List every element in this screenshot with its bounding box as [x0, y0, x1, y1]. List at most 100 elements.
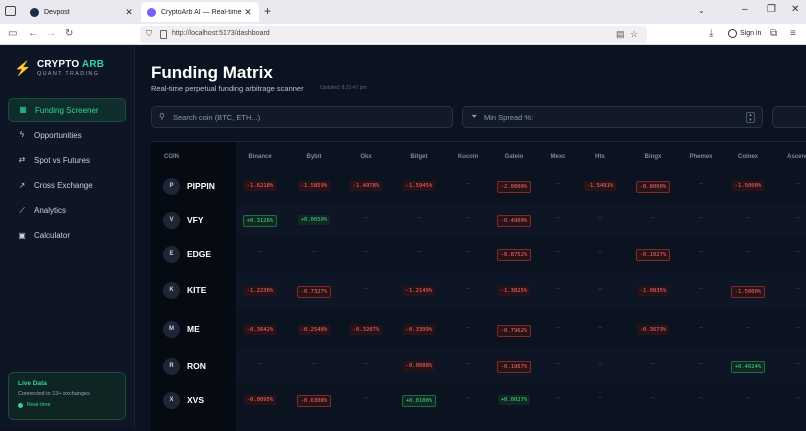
funding-rate-value: -1.5859% [297, 181, 331, 191]
shield-icon[interactable]: ⛉ [146, 29, 152, 39]
extra-control[interactable] [772, 106, 806, 128]
sidebar-item-opportunities[interactable]: ϟ Opportunities [8, 123, 126, 147]
funding-rate-cell[interactable]: +0.4624% [723, 361, 773, 373]
sign-in-button[interactable]: Sign in [728, 29, 761, 38]
table-row[interactable]: V VFY +0.3126% +0.0050% – – – -0.4909% – – – – – – [151, 203, 806, 237]
column-header-exchange[interactable]: Htx [575, 154, 625, 160]
new-tab-icon[interactable]: + [264, 5, 271, 17]
chevron-down-icon[interactable]: ⌄ [698, 6, 705, 15]
funding-rate-cell[interactable]: -0.3673% [628, 324, 678, 335]
funding-rate-cell[interactable]: -0.4909% [489, 215, 539, 227]
funding-rate-cell[interactable]: -0.7962% [489, 324, 539, 337]
funding-rate-cell[interactable]: -1.5859% [289, 181, 339, 191]
sidebar-item-funding-screener[interactable]: ▦ Funding Screener [8, 98, 126, 122]
table-row[interactable]: K KITE -1.2236% -0.7327% – -1.2149% – -1.3825% –… [151, 271, 806, 310]
download-icon[interactable]: ⤓ [709, 28, 713, 40]
minimize-icon[interactable]: – [742, 4, 748, 15]
sidebar-item-analytics[interactable]: ⟋ Analytics [8, 199, 126, 223]
min-spread-input[interactable]: ⏷ Min Spread %: ▲ ▼ [462, 106, 763, 128]
sidebar-item-calculator[interactable]: ▣ Calculator [8, 224, 126, 248]
tab-list-icon[interactable] [5, 6, 16, 16]
reader-mode-icon[interactable]: ▤ [616, 29, 625, 40]
funding-rate-cell[interactable]: -2.0000% [489, 181, 539, 193]
funding-rate-cell[interactable]: -1.6218% [235, 181, 285, 191]
coin-symbol[interactable]: ME [187, 324, 200, 334]
funding-rate-cell[interactable]: -0.3399% [394, 324, 444, 335]
empty-rate: – [699, 181, 703, 187]
sidebar-item-cross-exchange[interactable]: ↗ Cross Exchange [8, 174, 126, 198]
funding-rate-cell[interactable]: -1.2236% [235, 285, 285, 296]
table-row[interactable]: P PIPPIN -1.6218% -1.5859% -1.4978% -1.5945% –… [151, 169, 806, 203]
funding-rate-cell[interactable]: -1.5000% [723, 181, 773, 191]
column-header-exchange[interactable]: Binance [235, 154, 285, 160]
funding-rate-cell[interactable]: -0.6308% [289, 395, 339, 407]
table-row[interactable]: R RON – – – -0.0088% – -0.1967% – – – – +0.4624% – [151, 349, 806, 383]
column-header-exchange[interactable]: Bybit [289, 154, 339, 160]
forward-icon[interactable]: → [46, 28, 56, 40]
bookmark-star-icon[interactable]: ☆ [630, 29, 638, 40]
coin-symbol[interactable]: XVS [187, 395, 204, 405]
tab-devpost[interactable]: Devpost ✕ [24, 2, 140, 22]
close-window-icon[interactable]: ✕ [791, 4, 799, 15]
coin-symbol[interactable]: PIPPIN [187, 181, 215, 191]
funding-rate-cell[interactable]: -1.5000% [723, 285, 773, 298]
funding-rate-value: -0.7962% [496, 324, 532, 337]
column-header-exchange[interactable]: Phemex [676, 154, 726, 160]
coin-symbol[interactable]: EDGE [187, 249, 211, 259]
funding-rate-cell[interactable]: -1.0835% [628, 285, 678, 296]
column-header-exchange[interactable]: Gateio [489, 154, 539, 160]
sidebar-item-spot-vs-futures[interactable]: ⇄ Spot vs Futures [8, 148, 126, 172]
url-text[interactable]: http://localhost:5173/dashboard [172, 30, 270, 37]
menu-icon[interactable]: ≡ [790, 28, 796, 40]
table-row[interactable]: M ME -0.3642% -0.2548% -0.3207% -0.3399% – -0.7… [151, 310, 806, 349]
funding-rate-cell[interactable]: -0.1967% [489, 361, 539, 373]
funding-rate-cell[interactable]: +0.3126% [235, 215, 285, 227]
funding-rate-cell[interactable]: -1.3825% [489, 285, 539, 296]
funding-rate-cell[interactable]: -0.7327% [289, 285, 339, 298]
reload-icon[interactable]: ↻ [65, 28, 73, 40]
column-header-exchange[interactable]: Bingx [628, 154, 678, 160]
column-header-exchange[interactable]: Kucoin [443, 154, 493, 160]
sidebar-toggle-icon[interactable]: ▭ [8, 28, 17, 40]
column-header-exchange[interactable]: Coinex [723, 154, 773, 160]
close-tab-icon[interactable]: ✕ [124, 7, 134, 18]
maximize-icon[interactable]: ❐ [767, 4, 776, 15]
coin-symbol[interactable]: RON [187, 361, 206, 371]
funding-rate-cell: – [443, 286, 493, 292]
tab-cryptoarb[interactable]: CryptoArb AI — Real-time Cryp ✕ [141, 2, 259, 22]
funding-rate-cell[interactable]: +0.0100% [394, 395, 444, 407]
funding-rate-cell[interactable]: +0.0027% [489, 395, 539, 405]
column-header-exchange[interactable]: Okx [341, 154, 391, 160]
funding-rate-cell[interactable]: -0.2548% [289, 324, 339, 335]
funding-rate-cell[interactable]: -1.5491% [575, 181, 625, 191]
funding-rate-cell[interactable]: -0.3207% [341, 324, 391, 335]
table-row[interactable]: X XVS -0.0095% -0.6308% – +0.0100% – +0.0027% – –… [151, 383, 806, 417]
funding-rate-cell[interactable]: -0.0088% [394, 361, 444, 371]
extensions-icon[interactable]: ⧉ [770, 28, 777, 40]
min-spread-label: Min Spread %: [484, 113, 534, 122]
empty-rate: – [746, 215, 750, 221]
url-bar[interactable]: ⛉ http://localhost:5173/dashboard ▤ ☆ [140, 26, 647, 43]
column-header-exchange[interactable]: Bitget [394, 154, 444, 160]
column-header-exchange[interactable]: Ascend [773, 154, 806, 160]
coin-symbol[interactable]: VFY [187, 215, 204, 225]
funding-rate-cell[interactable]: -0.0095% [235, 395, 285, 405]
number-stepper-icon[interactable]: ▲ ▼ [746, 112, 755, 123]
funding-rate-cell[interactable]: -0.8752% [489, 249, 539, 261]
funding-rate-cell[interactable]: -0.3642% [235, 324, 285, 335]
coin-search-input[interactable]: ⚲ Search coin (BTC, ETH...) [151, 106, 453, 128]
funding-rate-cell[interactable]: -1.5945% [394, 181, 444, 191]
funding-rate-cell[interactable]: -1.2149% [394, 285, 444, 296]
funding-rate-cell[interactable]: -0.1027% [628, 249, 678, 261]
back-icon[interactable]: ← [28, 28, 38, 40]
funding-rate-cell[interactable]: -0.8000% [628, 181, 678, 193]
funding-rate-cell: – [235, 361, 285, 367]
table-row[interactable]: E EDGE – – – – – -0.8752% – – -0.1027% – – – [151, 237, 806, 271]
logo[interactable]: ⚡ CRYPTO ARB QUANT TRADING [14, 59, 104, 77]
coin-symbol[interactable]: KITE [187, 285, 206, 295]
funding-rate-cell[interactable]: +0.0050% [289, 215, 339, 225]
funding-rate-value: -0.3673% [636, 324, 670, 335]
empty-rate: – [258, 361, 262, 367]
close-tab-icon[interactable]: ✕ [243, 7, 253, 18]
funding-rate-cell[interactable]: -1.4978% [341, 181, 391, 191]
